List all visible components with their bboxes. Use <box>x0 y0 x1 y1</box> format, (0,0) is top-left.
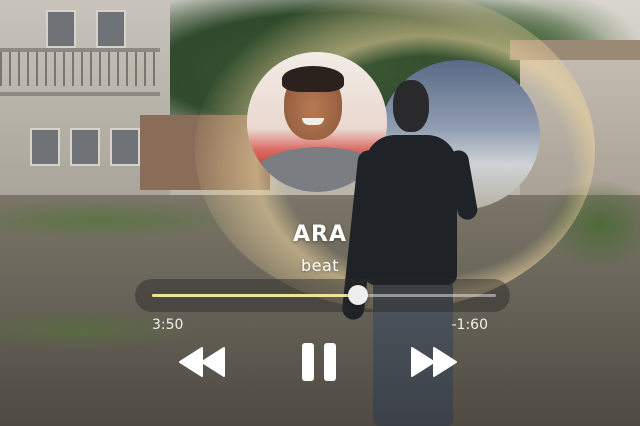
progress-knob[interactable] <box>347 285 368 305</box>
track-artist: beat <box>300 256 340 275</box>
remaining-time: -1:60 <box>451 317 489 333</box>
progress-track[interactable] <box>152 294 496 297</box>
pause-button[interactable] <box>298 340 340 384</box>
elapsed-time: 3:50 <box>152 317 184 333</box>
fast-forward-icon <box>411 347 457 377</box>
fast-forward-button[interactable] <box>408 340 460 384</box>
progress-fill <box>152 294 358 297</box>
rewind-icon <box>179 347 225 377</box>
pause-icon <box>302 343 336 381</box>
rewind-button[interactable] <box>176 340 228 384</box>
track-title: ARA <box>293 222 347 247</box>
